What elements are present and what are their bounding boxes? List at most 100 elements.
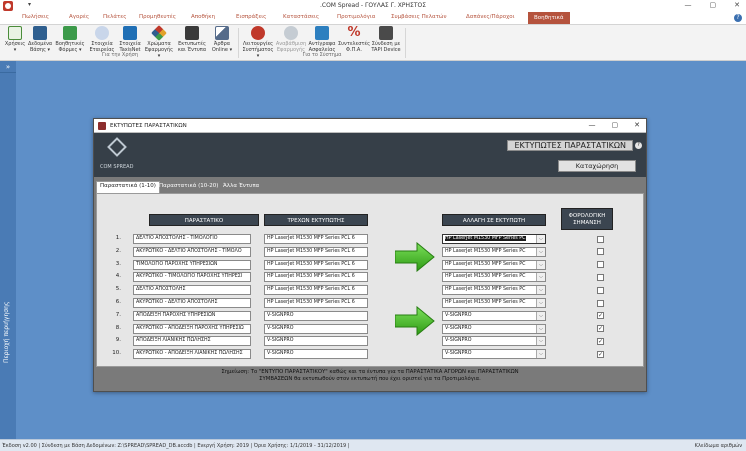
current-printer-field: V-SIGNPRO bbox=[264, 336, 368, 347]
fiscal-mark-checkbox[interactable]: ✓ bbox=[597, 312, 604, 320]
tab-suppliers[interactable]: Προμηθευτές bbox=[139, 14, 176, 20]
change-printer-select[interactable]: HP LaserJet M1530 MFP Series PC ⌵ bbox=[442, 285, 546, 296]
tab-sales[interactable]: Πωλήσεις bbox=[22, 14, 49, 20]
document-name-field[interactable]: ΑΚΥΡΩΤΙΚΟ - ΔΕΛΤΙΟ ΑΠΟΣΤΟΛΗΣ - ΤΙΜΟΛΟ bbox=[133, 246, 251, 257]
tab-documents-1-10[interactable]: Παραστατικά (1-10) bbox=[96, 181, 160, 193]
fiscal-mark-checkbox[interactable] bbox=[597, 299, 604, 307]
fiscal-mark-checkbox[interactable]: ✓ bbox=[597, 350, 604, 358]
dialog-app-icon bbox=[98, 122, 106, 130]
maximize-button[interactable]: ▢ bbox=[710, 1, 717, 9]
navigation-pane[interactable]: Περιοχή περιήγησης bbox=[0, 73, 16, 439]
change-printer-value: HP LaserJet M1530 MFP Series PC bbox=[445, 236, 526, 241]
document-name-field[interactable]: ΑΚΥΡΩΤΙΚΟ - ΑΠΟΔΕΙΞΗ ΛΙΑΝΙΚΗΣ ΠΩΛΗΣΗΣ bbox=[133, 349, 251, 360]
printers-forms-button[interactable]: Εκτυπωτές και Έντυπα bbox=[176, 26, 208, 53]
group-divider bbox=[405, 28, 406, 58]
document-name-field[interactable]: ΑΠΟΔΕΙΞΗ ΛΙΑΝΙΚΗΣ ΠΩΛΗΣΗΣ bbox=[133, 336, 251, 347]
close-button[interactable]: ✕ bbox=[734, 1, 740, 9]
change-printer-select[interactable]: HP LaserJet M1530 MFP Series PC ⌵ bbox=[442, 246, 546, 257]
change-printer-select[interactable]: V-SIGNPRO ⌵ bbox=[442, 323, 546, 334]
dialog-close-button[interactable]: ✕ bbox=[634, 121, 640, 129]
fiscal-mark-checkbox[interactable]: ✓ bbox=[597, 325, 604, 333]
fiscal-years-button[interactable]: Χρήσεις ▾ bbox=[4, 26, 26, 53]
chevron-down-icon[interactable]: ⌵ bbox=[536, 273, 545, 282]
gear-icon bbox=[251, 26, 265, 40]
header-title: ΕΚΤΥΠΩΤΕΣ ΠΑΡΑΣΤΑΤΙΚΩΝ bbox=[507, 140, 633, 151]
taxisnet-button[interactable]: Στοιχεία TaxisNet bbox=[117, 26, 143, 53]
tab-warehouse[interactable]: Αποθήκη bbox=[191, 14, 215, 20]
header-help-icon[interactable]: ? bbox=[635, 142, 642, 149]
logo-diamond-icon bbox=[107, 137, 127, 157]
dialog-header: COM SPREAD ΕΚΤΥΠΩΤΕΣ ΠΑΡΑΣΤΑΤΙΚΩΝ ? Κατα… bbox=[94, 133, 646, 177]
tab-other-forms[interactable]: Άλλα Έντυπα bbox=[220, 182, 262, 192]
fiscal-mark-checkbox[interactable]: ✓ bbox=[597, 337, 604, 345]
column-header-current-printer: ΤΡΕΧΩΝ ΕΚΤΥΠΩΤΗΣ bbox=[264, 214, 368, 226]
fiscal-mark-checkbox[interactable] bbox=[597, 273, 604, 281]
document-name-field[interactable]: ΤΙΜΟΛΟΓΙΟ ΠΑΡΟΧΗΣ ΥΠΗΡΕΣΙΩΝ bbox=[133, 259, 251, 270]
change-printer-select[interactable]: V-SIGNPRO ⌵ bbox=[442, 349, 546, 360]
tab-proforma[interactable]: Προτιμολόγια bbox=[337, 14, 375, 20]
tab-customers[interactable]: Πελάτες bbox=[103, 14, 127, 20]
company-info-button[interactable]: Στοιχεία Εταιρείας bbox=[88, 26, 116, 53]
row-number: 4. bbox=[115, 273, 121, 280]
row-number: 9. bbox=[115, 337, 121, 344]
current-printer-field: HP LaserJet M1530 MFP Series PCL 6 bbox=[264, 298, 368, 308]
chevron-down-icon[interactable]: ⌵ bbox=[536, 235, 545, 243]
group-label-system: Για το Σύστημα bbox=[302, 52, 342, 58]
com-spread-logo: COM SPREAD bbox=[100, 137, 134, 174]
checkmark-icon: ✓ bbox=[598, 337, 604, 345]
row-number: 6. bbox=[115, 299, 121, 305]
change-printer-select[interactable]: HP LaserJet M1530 MFP Series PC ⌵ bbox=[442, 272, 546, 283]
backup-button[interactable]: Αντίγραφα Ασφαλείας bbox=[307, 26, 337, 53]
change-printer-select[interactable]: V-SIGNPRO ⌵ bbox=[442, 336, 546, 347]
change-printer-select[interactable]: HP LaserJet M1530 MFP Series PC ⌵ bbox=[442, 298, 546, 308]
tab-reports[interactable]: Καταστάσεις bbox=[283, 14, 319, 20]
dialog-maximize-button[interactable]: ▢ bbox=[612, 121, 619, 129]
checkmark-icon: ✓ bbox=[598, 312, 604, 320]
save-button[interactable]: Καταχώρηση bbox=[558, 160, 636, 172]
chevron-down-icon[interactable]: ⌵ bbox=[536, 350, 545, 359]
database-data-button[interactable]: Δεδομένα Βάσης ▾ bbox=[28, 26, 52, 53]
current-printer-field: V-SIGNPRO bbox=[264, 323, 368, 334]
document-name-field[interactable]: ΑΚΥΡΩΤΙΚΟ - ΤΙΜΟΛΟΓΙΟ ΠΑΡΟΧΗΣ ΥΠΗΡΕΣΙ bbox=[133, 272, 251, 283]
vat-rates-button[interactable]: % Συντελεστές Φ.Π.Α. bbox=[338, 26, 370, 54]
chevron-down-icon[interactable]: ⌵ bbox=[536, 247, 545, 256]
dialog-minimize-button[interactable]: — bbox=[589, 121, 596, 129]
minimize-button[interactable]: — bbox=[685, 1, 692, 9]
change-printer-select[interactable]: V-SIGNPRO ⌵ bbox=[442, 310, 546, 321]
change-printer-value: HP LaserJet M1530 MFP Series PC bbox=[445, 261, 526, 267]
change-printer-value: HP LaserJet M1530 MFP Series PC bbox=[445, 300, 526, 305]
chevron-down-icon[interactable]: ⌵ bbox=[536, 311, 545, 320]
chevron-down-icon[interactable]: ⌵ bbox=[536, 324, 545, 333]
document-name-field[interactable]: ΑΚΥΡΩΤΙΚΟ - ΔΕΛΤΙΟ ΑΠΟΣΤΟΛΗΣ bbox=[133, 298, 251, 308]
ribbon: Χρήσεις ▾ Δεδομένα Βάσης ▾ Βοηθητικές Φόρμε… bbox=[0, 25, 746, 61]
tapi-device-button[interactable]: Σύνδεση με TAPI Device bbox=[370, 26, 402, 53]
arrow-right-icon bbox=[395, 242, 435, 272]
tab-auxiliary[interactable]: Βοηθητικά bbox=[528, 12, 570, 24]
help-icon[interactable]: ? bbox=[734, 14, 742, 22]
company-icon bbox=[95, 26, 109, 40]
chevron-down-icon[interactable]: ⌵ bbox=[536, 286, 545, 295]
tab-receipts[interactable]: Εισπράξεις bbox=[236, 14, 266, 20]
nav-pane-toggle[interactable]: » bbox=[0, 61, 16, 73]
document-name-field[interactable]: ΑΠΟΔΕΙΞΗ ΠΑΡΟΧΗΣ ΥΠΗΡΕΣΙΩΝ bbox=[133, 310, 251, 321]
change-printer-select[interactable]: HP LaserJet M1530 MFP Series PC ⌵ bbox=[442, 234, 546, 244]
chevron-down-icon[interactable]: ⌵ bbox=[536, 299, 545, 307]
fiscal-mark-checkbox[interactable] bbox=[597, 286, 604, 294]
tab-purchases[interactable]: Αγορές bbox=[69, 14, 89, 20]
row-number: 7. bbox=[115, 311, 121, 318]
tab-expenses[interactable]: Δαπάνες/Πάροχοι bbox=[466, 14, 514, 20]
chevron-down-icon[interactable]: ⌵ bbox=[536, 260, 545, 269]
chevron-down-icon[interactable]: ⌵ bbox=[536, 337, 545, 346]
tab-documents-10-20[interactable]: Παραστατικά (10-20) bbox=[156, 182, 221, 192]
auxiliary-forms-button[interactable]: Βοηθητικές Φόρμες ▾ bbox=[55, 26, 85, 53]
change-printer-select[interactable]: HP LaserJet M1530 MFP Series PC ⌵ bbox=[442, 259, 546, 270]
fiscal-mark-checkbox[interactable] bbox=[597, 248, 604, 256]
fiscal-mark-checkbox[interactable] bbox=[597, 261, 604, 269]
document-name-field[interactable]: ΑΚΥΡΩΤΙΚΟ - ΑΠΟΔΕΙΞΗ ΠΑΡΟΧΗΣ ΥΠΗΡΕΣΙΩ bbox=[133, 323, 251, 334]
tab-contracts[interactable]: Συμβάσεις Πελατών bbox=[391, 14, 447, 20]
fiscal-mark-checkbox[interactable] bbox=[597, 235, 604, 243]
online-articles-button[interactable]: Άρθρα Online ▾ bbox=[209, 26, 235, 53]
document-name-field[interactable]: ΔΕΛΤΙΟ ΑΠΟΣΤΟΛΗΣ - ΤΙΜΟΛΟΓΙΟ bbox=[133, 234, 251, 244]
document-name-field[interactable]: ΔΕΛΤΙΟ ΑΠΟΣΤΟΛΗΣ bbox=[133, 285, 251, 296]
upgrade-app-button[interactable]: Αναβάθμιση Εφαρμογής bbox=[275, 26, 307, 53]
